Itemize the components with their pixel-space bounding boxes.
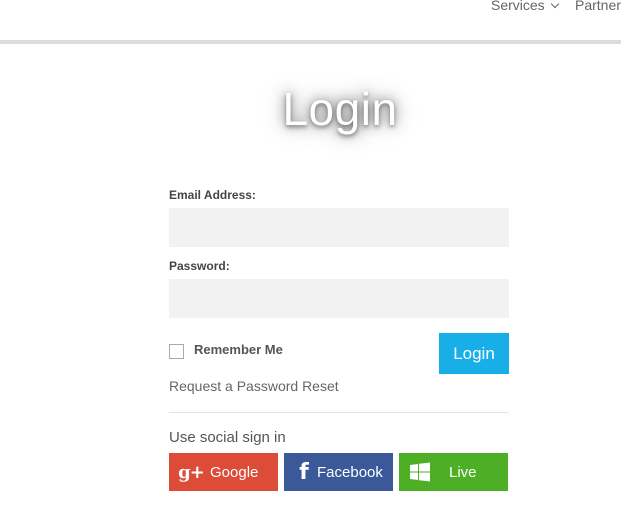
remember-me-checkbox[interactable] xyxy=(169,344,184,359)
facebook-button-label: Facebook xyxy=(317,463,383,481)
nav-item-partners[interactable]: Partner xyxy=(575,0,621,13)
top-navigation: Services Partner xyxy=(0,0,621,40)
nav-partners-label: Partner xyxy=(575,0,621,13)
chevron-down-icon xyxy=(550,0,559,9)
remember-me-label[interactable]: Remember Me xyxy=(194,342,283,357)
nav-item-services[interactable]: Services xyxy=(491,0,559,13)
remember-me: Remember Me xyxy=(169,340,283,359)
facebook-sign-in-button[interactable]: f Facebook xyxy=(284,453,393,491)
login-button[interactable]: Login xyxy=(439,333,509,374)
nav-services-label: Services xyxy=(491,0,545,13)
password-field[interactable] xyxy=(169,279,509,318)
live-button-label: Live xyxy=(449,463,477,481)
page-title: Login xyxy=(282,83,398,135)
windows-icon xyxy=(409,453,431,491)
facebook-icon: f xyxy=(299,459,309,485)
password-reset-link[interactable]: Request a Password Reset xyxy=(169,378,339,394)
password-label: Password: xyxy=(169,259,230,273)
divider xyxy=(169,412,509,413)
email-field[interactable] xyxy=(169,208,509,247)
social-sign-in-heading: Use social sign in xyxy=(169,429,286,446)
google-plus-icon: g+ xyxy=(178,461,205,483)
live-sign-in-button[interactable]: Live xyxy=(399,453,508,491)
google-sign-in-button[interactable]: g+ Google xyxy=(169,453,278,491)
google-button-label: Google xyxy=(210,463,259,481)
nav-divider xyxy=(0,40,621,44)
email-label: Email Address: xyxy=(169,188,256,202)
